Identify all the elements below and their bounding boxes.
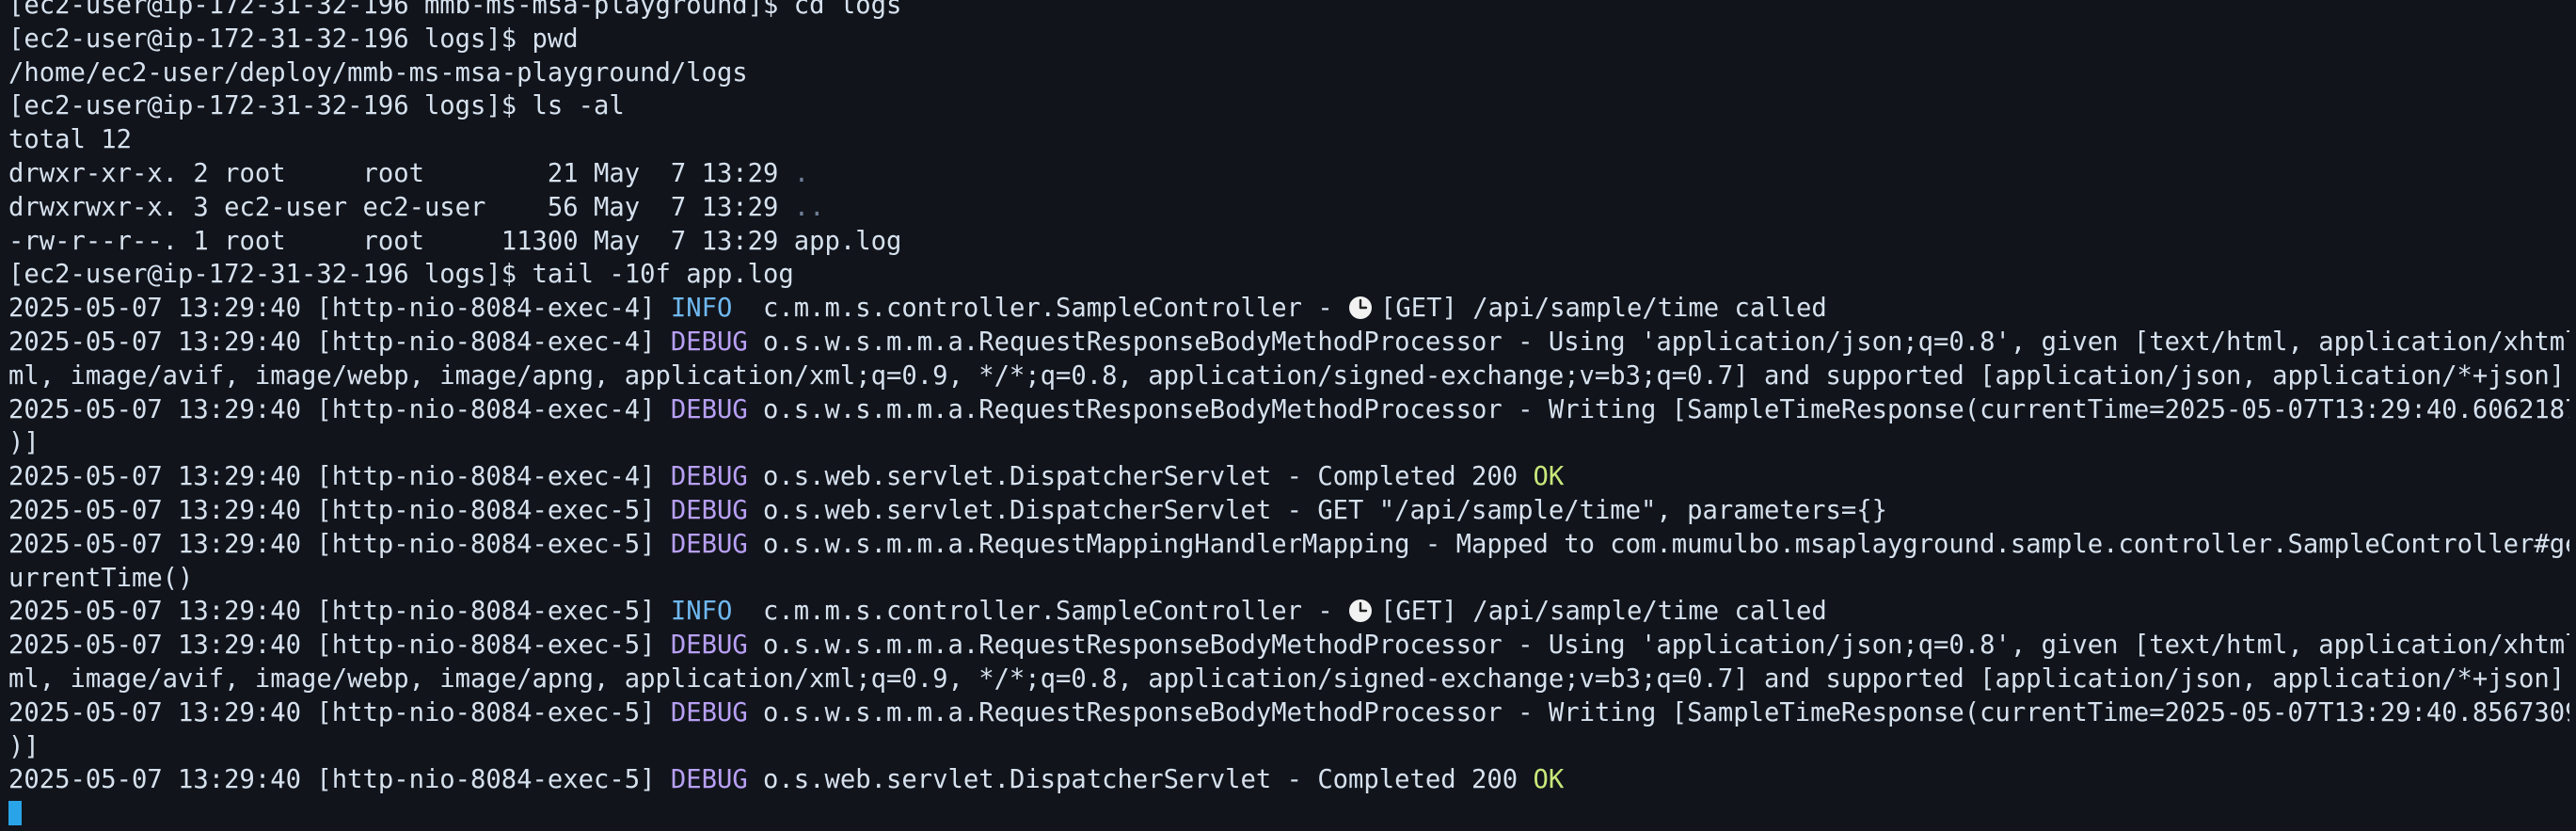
- terminal-text: )]: [8, 428, 40, 458]
- terminal-text: o.s.web.servlet.DispatcherServlet - Comp…: [747, 765, 1534, 795]
- terminal-text: total 12: [8, 125, 132, 155]
- terminal-text: o.s.w.s.m.m.a.RequestMappingHandlerMappi…: [747, 529, 2569, 559]
- terminal-text: )]: [8, 731, 40, 761]
- terminal-line: /home/ec2-user/deploy/mmb-ms-msa-playgro…: [8, 56, 2569, 90]
- terminal-line: )]: [8, 730, 2569, 764]
- terminal-line: 2025-05-07 13:29:40 [http-nio-8084-exec-…: [8, 326, 2569, 360]
- terminal-text: o.s.web.servlet.DispatcherServlet - Comp…: [747, 462, 1534, 492]
- clock-icon: [1348, 599, 1373, 623]
- terminal-text: o.s.w.s.m.m.a.RequestResponseBodyMethodP…: [747, 394, 2569, 424]
- terminal-line: [ec2-user@ip-172-31-32-196 logs]$ pwd: [8, 23, 2569, 56]
- log-debug-text: DEBUG: [670, 765, 748, 795]
- log-debug-text: DEBUG: [670, 529, 748, 559]
- terminal-line: 2025-05-07 13:29:40 [http-nio-8084-exec-…: [8, 494, 2569, 528]
- terminal-cursor: [8, 801, 22, 826]
- terminal-line: ml, image/avif, image/webp, image/apng, …: [8, 360, 2569, 393]
- terminal-text: [ec2-user@ip-172-31-32-196 mmb-ms-msa-pl…: [8, 0, 902, 20]
- terminal-text: 2025-05-07 13:29:40 [http-nio-8084-exec-…: [8, 327, 671, 357]
- terminal-line: )]: [8, 426, 2569, 460]
- terminal-text: drwxr-xr-x. 2 root root 21 May 7 13:29: [8, 158, 794, 188]
- terminal-line: drwxr-xr-x. 2 root root 21 May 7 13:29 .: [8, 157, 2569, 191]
- terminal-text: [GET] /api/sample/time called: [1380, 294, 1827, 324]
- terminal-text: o.s.w.s.m.m.a.RequestResponseBodyMethodP…: [747, 327, 2569, 357]
- log-ok-text: OK: [1533, 765, 1565, 795]
- terminal-line: [ec2-user@ip-172-31-32-196 logs]$ tail -…: [8, 258, 2569, 292]
- terminal-line: [ec2-user@ip-172-31-32-196 logs]$ ls -al: [8, 89, 2569, 123]
- log-debug-text: DEBUG: [670, 631, 748, 661]
- terminal-line: drwxrwxr-x. 3 ec2-user ec2-user 56 May 7…: [8, 191, 2569, 225]
- terminal-line: 2025-05-07 13:29:40 [http-nio-8084-exec-…: [8, 696, 2569, 730]
- terminal-line: [ec2-user@ip-172-31-32-196 mmb-ms-msa-pl…: [8, 0, 2569, 23]
- terminal-line: 2025-05-07 13:29:40 [http-nio-8084-exec-…: [8, 460, 2569, 494]
- terminal-line: -rw-r--r--. 1 root root 11300 May 7 13:2…: [8, 225, 2569, 259]
- terminal-text: [ec2-user@ip-172-31-32-196 logs]$ tail -…: [8, 260, 794, 290]
- terminal-text: o.s.w.s.m.m.a.RequestResponseBodyMethodP…: [747, 697, 2569, 727]
- log-debug-text: DEBUG: [670, 327, 748, 357]
- terminal-line: 2025-05-07 13:29:40 [http-nio-8084-exec-…: [8, 595, 2569, 629]
- terminal-line: 2025-05-07 13:29:40 [http-nio-8084-exec-…: [8, 528, 2569, 562]
- terminal-text: 2025-05-07 13:29:40 [http-nio-8084-exec-…: [8, 529, 671, 559]
- log-ok-text: OK: [1533, 462, 1565, 492]
- terminal-text: ml, image/avif, image/webp, image/apng, …: [8, 663, 2566, 694]
- clock-icon: [1348, 296, 1373, 320]
- log-dir-text: ..: [793, 192, 825, 222]
- terminal-text: /home/ec2-user/deploy/mmb-ms-msa-playgro…: [8, 57, 748, 88]
- terminal-line: [8, 797, 2569, 831]
- terminal-text: [GET] /api/sample/time called: [1380, 597, 1827, 627]
- log-debug-text: DEBUG: [670, 495, 748, 525]
- terminal-line: 2025-05-07 13:29:40 [http-nio-8084-exec-…: [8, 629, 2569, 663]
- terminal-output[interactable]: [ec2-user@ip-172-31-32-196 mmb-ms-msa-pl…: [8, 0, 2569, 831]
- terminal-text: 2025-05-07 13:29:40 [http-nio-8084-exec-…: [8, 294, 671, 324]
- terminal-text: o.s.w.s.m.m.a.RequestResponseBodyMethodP…: [747, 631, 2569, 661]
- terminal-line: 2025-05-07 13:29:40 [http-nio-8084-exec-…: [8, 393, 2569, 427]
- log-info-text: INFO: [670, 597, 748, 627]
- terminal-text: [ec2-user@ip-172-31-32-196 logs]$ ls -al: [8, 91, 625, 121]
- terminal-text: c.m.m.s.controller.SampleController -: [747, 597, 1349, 627]
- terminal-text: 2025-05-07 13:29:40 [http-nio-8084-exec-…: [8, 495, 671, 525]
- terminal-text: c.m.m.s.controller.SampleController -: [747, 294, 1349, 324]
- terminal-text: urrentTime(): [8, 563, 194, 593]
- log-debug-text: DEBUG: [670, 394, 748, 424]
- terminal-line: urrentTime(): [8, 562, 2569, 596]
- terminal-line: total 12: [8, 123, 2569, 157]
- terminal-text: 2025-05-07 13:29:40 [http-nio-8084-exec-…: [8, 765, 671, 795]
- log-debug-text: DEBUG: [670, 697, 748, 727]
- terminal-text: 2025-05-07 13:29:40 [http-nio-8084-exec-…: [8, 697, 671, 727]
- terminal-line: 2025-05-07 13:29:40 [http-nio-8084-exec-…: [8, 763, 2569, 797]
- log-debug-text: DEBUG: [670, 462, 748, 492]
- terminal-text: -rw-r--r--. 1 root root 11300 May 7 13:2…: [8, 226, 902, 256]
- log-info-text: INFO: [670, 294, 748, 324]
- terminal-text: ml, image/avif, image/webp, image/apng, …: [8, 360, 2566, 391]
- terminal-text: [ec2-user@ip-172-31-32-196 logs]$ pwd: [8, 24, 579, 54]
- log-dir-text: .: [793, 158, 810, 188]
- terminal-text: 2025-05-07 13:29:40 [http-nio-8084-exec-…: [8, 597, 671, 627]
- terminal-text: drwxrwxr-x. 3 ec2-user ec2-user 56 May 7…: [8, 192, 794, 222]
- terminal-text: 2025-05-07 13:29:40 [http-nio-8084-exec-…: [8, 631, 671, 661]
- terminal-text: 2025-05-07 13:29:40 [http-nio-8084-exec-…: [8, 394, 671, 424]
- terminal-text: o.s.web.servlet.DispatcherServlet - GET …: [747, 495, 1887, 525]
- terminal-line: ml, image/avif, image/webp, image/apng, …: [8, 663, 2569, 696]
- terminal-text: 2025-05-07 13:29:40 [http-nio-8084-exec-…: [8, 462, 671, 492]
- terminal-line: 2025-05-07 13:29:40 [http-nio-8084-exec-…: [8, 292, 2569, 326]
